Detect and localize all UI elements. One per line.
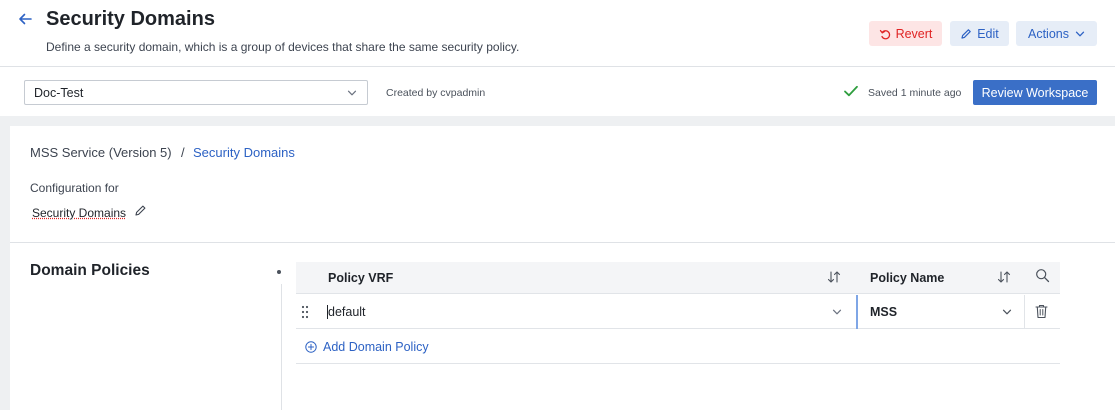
config-label: Configuration for [30, 181, 119, 195]
review-workspace-button[interactable]: Review Workspace [973, 80, 1097, 105]
plus-circle-icon [305, 341, 317, 353]
breadcrumb-current[interactable]: Security Domains [193, 145, 295, 160]
policy-vrf-value: default [328, 305, 366, 319]
content-gutter-left [0, 116, 10, 410]
table-footer-divider [296, 363, 1060, 364]
policy-name-select[interactable]: MSS [861, 299, 1021, 325]
chevron-down-icon[interactable] [832, 307, 842, 317]
sort-icon[interactable] [996, 269, 1012, 285]
breadcrumb-separator: / [181, 145, 185, 160]
policy-vrf-select[interactable]: default [320, 299, 855, 325]
add-domain-policy-label: Add Domain Policy [323, 340, 429, 354]
cell-focus-indicator [856, 295, 858, 329]
domain-policies-title: Domain Policies [30, 262, 150, 279]
page-header: Security Domains Define a security domai… [0, 0, 1115, 66]
trash-icon[interactable] [1035, 304, 1048, 319]
pencil-icon [961, 28, 972, 39]
sort-icon[interactable] [826, 269, 842, 285]
search-icon[interactable] [1035, 268, 1050, 283]
pencil-icon[interactable] [134, 204, 147, 217]
undo-icon [879, 29, 890, 39]
content-gutter-top [0, 116, 1115, 126]
tree-line [281, 284, 282, 410]
edit-label: Edit [977, 26, 999, 41]
column-header-policy-name[interactable]: Policy Name [870, 271, 944, 285]
drag-handle-icon[interactable] [300, 304, 310, 320]
workspace-select-value: Doc-Test [34, 85, 84, 100]
edit-button[interactable]: Edit [950, 21, 1009, 46]
column-header-policy-vrf[interactable]: Policy VRF [328, 271, 393, 285]
config-value: Security Domains [32, 206, 127, 220]
table-header [296, 262, 1060, 294]
chevron-down-icon[interactable] [1002, 307, 1012, 317]
revert-label: Revert [895, 26, 933, 41]
saved-status: Saved 1 minute ago [868, 87, 962, 99]
actions-label: Actions [1028, 26, 1069, 41]
add-domain-policy-button[interactable]: Add Domain Policy [305, 339, 429, 355]
back-arrow-icon[interactable] [16, 10, 34, 28]
header-divider [0, 66, 1115, 67]
policy-name-value: MSS [870, 305, 898, 319]
chevron-down-icon [1075, 31, 1085, 36]
workspace-select[interactable]: Doc-Test [24, 80, 368, 105]
page-subtitle: Define a security domain, which is a gro… [46, 40, 520, 54]
text-caret [327, 305, 328, 319]
breadcrumb-root[interactable]: MSS Service (Version 5) [30, 145, 172, 160]
row-separator [1024, 295, 1025, 329]
tree-dot [277, 270, 281, 274]
page-title: Security Domains [46, 8, 215, 30]
revert-button[interactable]: Revert [869, 21, 942, 46]
created-by-text: Created by cvpadmin [386, 87, 486, 99]
section-divider [10, 242, 1115, 243]
check-icon [844, 85, 858, 97]
actions-button[interactable]: Actions [1016, 21, 1097, 46]
chevron-down-icon [347, 90, 357, 96]
